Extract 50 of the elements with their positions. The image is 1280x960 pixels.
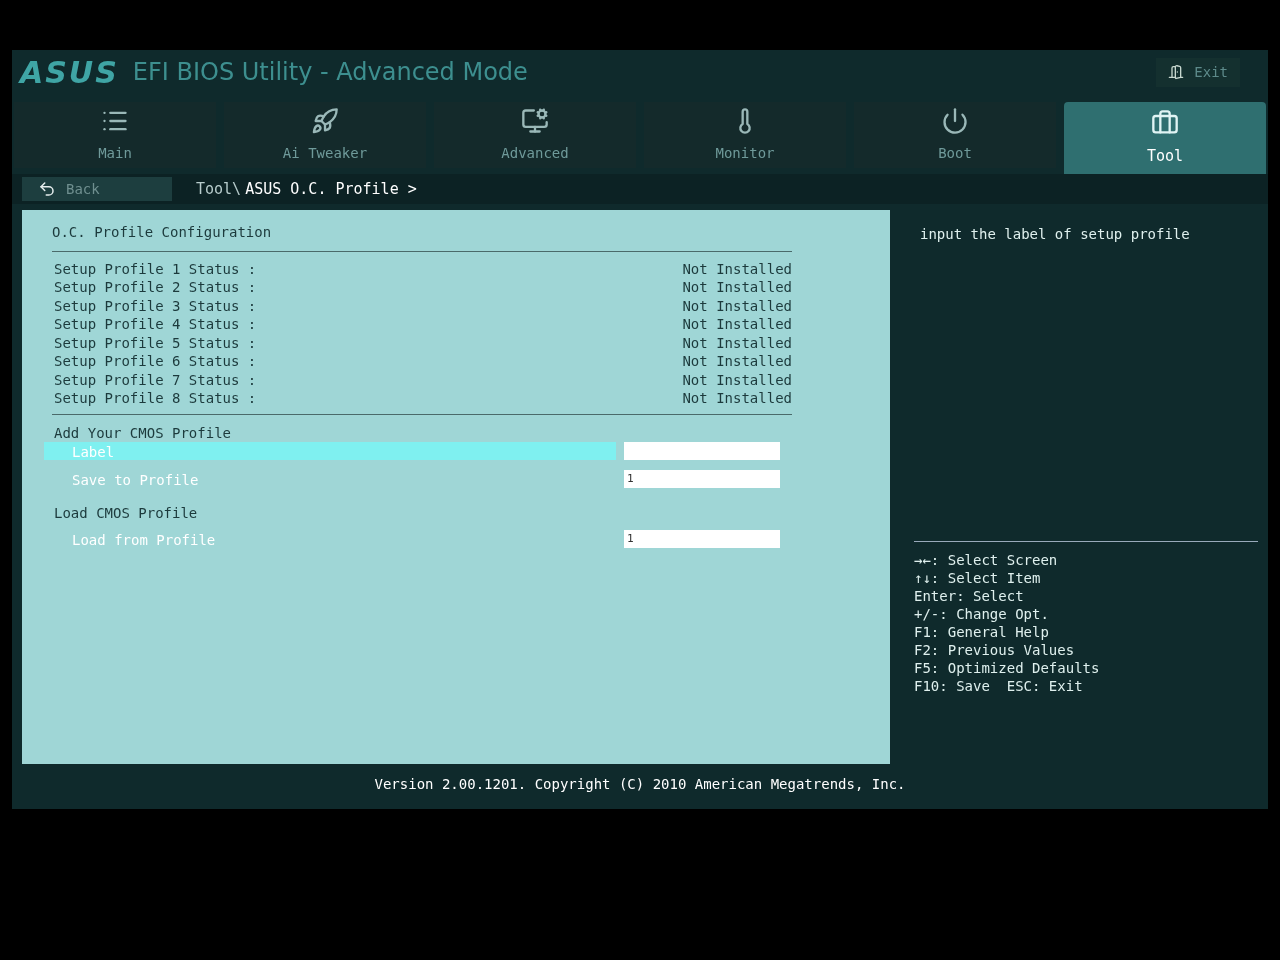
help-text: input the label of setup profile: [919, 225, 1191, 244]
tab[interactable]: Ai Tweaker: [224, 102, 426, 168]
input-field[interactable]: [624, 442, 780, 460]
status-label: Setup Profile 7 Status :: [53, 370, 257, 390]
status-label: Setup Profile 4 Status :: [53, 315, 257, 335]
version-footer: Version 2.00.1201. Copyright (C) 2010 American Megatrends, Inc.: [374, 764, 906, 805]
tab[interactable]: Boot: [854, 102, 1056, 168]
input-field[interactable]: 1: [624, 470, 780, 488]
status-label: Setup Profile 6 Status :: [53, 352, 257, 372]
key-hint: F2: Previous Values: [914, 641, 1076, 658]
status-label: Setup Profile 1 Status :: [53, 259, 257, 279]
status-label: Setup Profile 2 Status :: [53, 278, 257, 298]
power-icon: [941, 106, 969, 135]
breadcrumb-path: Tool\: [196, 178, 242, 200]
key-hint: F1: General Help: [914, 623, 1050, 640]
exit-button[interactable]: Exit: [1156, 57, 1240, 87]
status-label: Setup Profile 8 Status :: [53, 389, 257, 409]
tab[interactable]: Main: [14, 102, 216, 168]
input-field[interactable]: 1: [624, 530, 780, 548]
monitor-icon: [521, 106, 549, 135]
status-value: Not Installed: [682, 352, 792, 372]
status-label: Setup Profile 5 Status :: [53, 333, 257, 353]
rocket-icon: [311, 106, 339, 135]
key-hint: F5: Optimized Defaults: [914, 659, 1101, 676]
status-value: Not Installed: [682, 259, 792, 279]
status-value: Not Installed: [682, 296, 792, 316]
status-label: Setup Profile 3 Status :: [53, 296, 257, 316]
logo: ASUS: [20, 53, 119, 92]
status-value: Not Installed: [682, 370, 792, 390]
key-hint: +/-: Change Opt.: [914, 605, 1050, 622]
back-arrow-icon: [38, 180, 56, 198]
status-value: Not Installed: [682, 315, 792, 335]
toolbox-icon: [1151, 108, 1179, 137]
door-icon: [1168, 64, 1185, 80]
key-hint: ↑↓: Select Item: [914, 569, 1042, 586]
group-heading: Add Your CMOS Profile: [53, 424, 232, 441]
status-value: Not Installed: [682, 389, 792, 409]
key-hint: →←: Select Screen: [914, 551, 1059, 568]
key-hint: Enter: Select: [914, 587, 1025, 604]
status-value: Not Installed: [682, 278, 792, 298]
tab[interactable]: Tool: [1064, 102, 1266, 174]
section-title: O.C. Profile Configuration: [52, 223, 273, 242]
status-value: Not Installed: [682, 333, 792, 353]
group-heading: Load CMOS Profile: [53, 504, 199, 521]
back-button[interactable]: Back: [22, 177, 172, 201]
key-hint: F10: Save ESC: Exit: [914, 677, 1084, 694]
window-title: EFI BIOS Utility - Advanced Mode: [132, 57, 528, 88]
tab[interactable]: Monitor: [644, 102, 846, 168]
tab[interactable]: Advanced: [434, 102, 636, 168]
breadcrumb-current: ASUS O.C. Profile >: [245, 178, 417, 200]
